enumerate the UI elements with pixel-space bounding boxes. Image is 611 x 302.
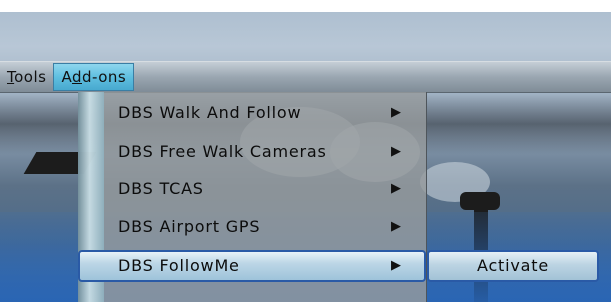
menu-item-label: DBS Free Walk Cameras (118, 142, 327, 161)
submenu-arrow-icon: ▶ (391, 219, 402, 234)
submenu-arrow-icon: ▶ (391, 258, 402, 273)
menu-item-walk-and-follow[interactable]: DBS Walk And Follow ▶ (78, 96, 426, 130)
menu-item-followme[interactable]: DBS FollowMe ▶ (78, 250, 426, 282)
menu-item-label: DBS Walk And Follow (118, 103, 302, 122)
submenu-item-activate[interactable]: Activate (427, 250, 599, 282)
addons-dropdown: DBS Walk And Follow ▶ DBS Free Walk Came… (78, 92, 427, 302)
submenu-arrow-icon: ▶ (391, 181, 402, 196)
submenu-arrow-icon: ▶ (391, 105, 402, 120)
menu-item-airport-gps[interactable]: DBS Airport GPS ▶ (78, 210, 426, 244)
menu-item-tcas[interactable]: DBS TCAS ▶ (78, 172, 426, 206)
menu-item-label: DBS TCAS (118, 179, 204, 198)
submenu-item-label: Activate (477, 256, 549, 275)
menu-item-label: DBS Airport GPS (118, 217, 261, 236)
menu-addons[interactable]: Add-ons (53, 63, 135, 91)
menu-tools[interactable]: Tools (0, 63, 53, 91)
menu-item-label: DBS FollowMe (118, 256, 240, 275)
submenu-arrow-icon: ▶ (391, 144, 402, 159)
menu-bar: Tools Add-ons (0, 61, 611, 93)
menu-item-free-walk-cameras[interactable]: DBS Free Walk Cameras ▶ (78, 135, 426, 169)
